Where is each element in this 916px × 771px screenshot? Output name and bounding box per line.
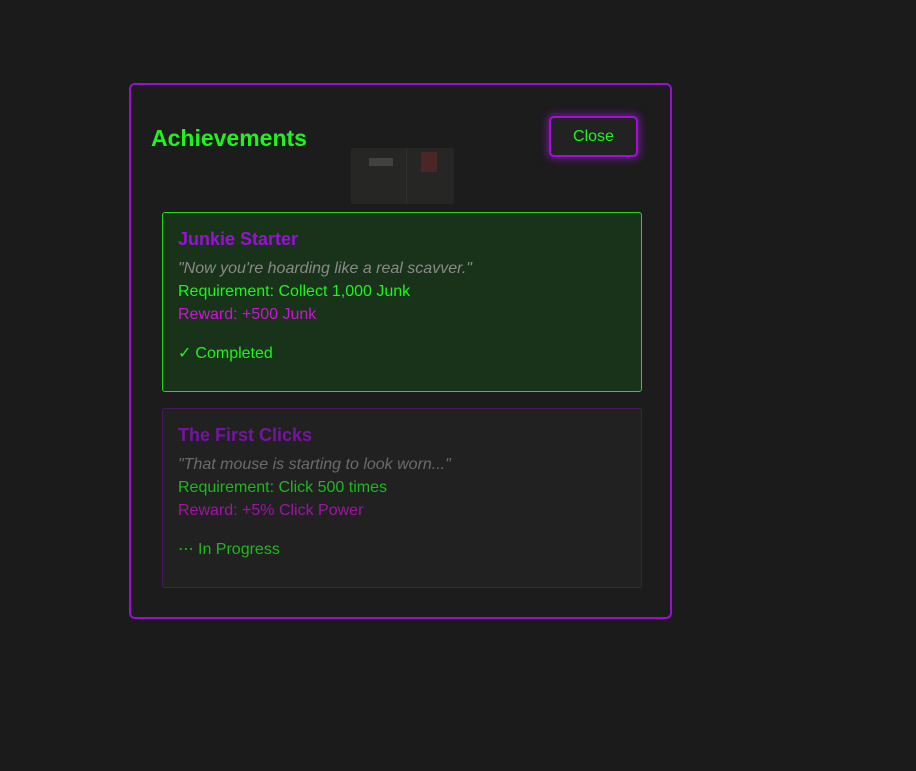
status-label: In Progress — [198, 541, 280, 558]
status-label: Completed — [195, 345, 273, 362]
achievement-status: ⋯ In Progress — [178, 539, 280, 559]
achievement-quote: "Now you're hoarding like a real scavver… — [178, 260, 472, 277]
achievement-status: ✓ Completed — [178, 343, 273, 363]
achievement-card-completed: Junkie Starter "Now you're hoarding like… — [162, 212, 642, 392]
achievement-reward: Reward: +500 Junk — [178, 306, 317, 323]
background-thumbnail — [351, 148, 454, 204]
close-button[interactable]: Close — [549, 116, 638, 157]
thumbnail-shape — [421, 152, 437, 172]
achievements-modal: Achievements Close Junkie Starter "Now y… — [129, 83, 672, 619]
thumbnail-divider — [406, 148, 407, 204]
achievement-card-in-progress: The First Clicks "That mouse is starting… — [162, 408, 642, 588]
ellipsis-icon: ⋯ — [178, 541, 194, 558]
achievement-name: Junkie Starter — [178, 229, 299, 249]
thumbnail-shape — [369, 158, 393, 166]
achievement-quote: "That mouse is starting to look worn..." — [178, 456, 451, 473]
achievement-requirement: Requirement: Click 500 times — [178, 479, 387, 496]
achievement-requirement: Requirement: Collect 1,000 Junk — [178, 283, 411, 300]
checkmark-icon: ✓ — [178, 345, 192, 362]
achievement-reward: Reward: +5% Click Power — [178, 502, 364, 519]
achievement-name: The First Clicks — [178, 425, 313, 445]
modal-title: Achievements — [151, 125, 307, 151]
